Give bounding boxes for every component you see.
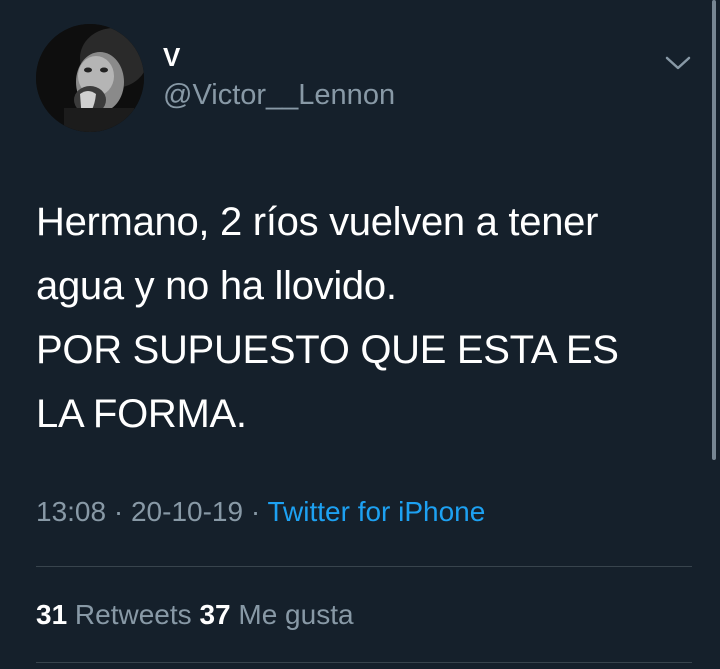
tweet-meta: 13:08 · 20-10-19 · Twitter for iPhone bbox=[36, 496, 485, 528]
user-handle[interactable]: @Victor__Lennon bbox=[163, 81, 395, 110]
divider bbox=[36, 566, 692, 567]
divider bbox=[36, 662, 692, 663]
tweet-date: 20-10-19 bbox=[130, 496, 244, 527]
likes-label: Me gusta bbox=[230, 599, 354, 630]
tweet-time: 13:08 bbox=[36, 496, 107, 527]
chevron-down-icon[interactable] bbox=[664, 54, 692, 72]
avatar-photo bbox=[36, 24, 144, 132]
tweet-line: Hermano, 2 ríos vuelven a tener bbox=[36, 200, 599, 244]
retweets-link[interactable]: 31 Retweets bbox=[36, 599, 199, 630]
tweet-stats: 31 Retweets 37 Me gusta bbox=[36, 599, 354, 631]
retweets-label: Retweets bbox=[67, 599, 200, 630]
tweet-text: Hermano, 2 ríos vuelven a tener agua y n… bbox=[36, 190, 696, 446]
tweet-line: LA FORMA. bbox=[36, 392, 247, 436]
tweet-line: agua y no ha llovido. bbox=[36, 264, 397, 308]
tweet-source-link[interactable]: Twitter for iPhone bbox=[267, 496, 485, 527]
tweet-card: V @Victor__Lennon Hermano, 2 ríos vuelve… bbox=[0, 0, 720, 669]
meta-separator: · bbox=[106, 496, 131, 527]
meta-separator: · bbox=[243, 496, 268, 527]
tweet-line: POR SUPUESTO QUE ESTA ES bbox=[36, 328, 619, 372]
avatar[interactable] bbox=[36, 24, 144, 132]
display-name[interactable]: V bbox=[163, 44, 180, 70]
likes-link[interactable]: 37 Me gusta bbox=[199, 599, 353, 630]
retweets-count: 31 bbox=[36, 599, 68, 630]
likes-count: 37 bbox=[199, 599, 231, 630]
scrollbar[interactable] bbox=[712, 0, 716, 460]
